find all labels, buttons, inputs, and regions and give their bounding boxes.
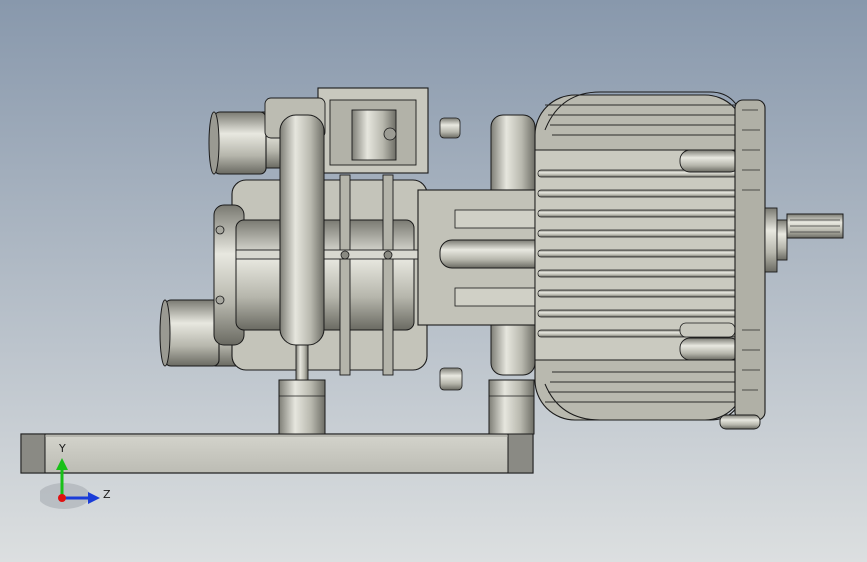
y-axis-label: Y <box>58 442 66 455</box>
pump-motor-assembly-model[interactable] <box>0 0 867 562</box>
coordinate-triad: Y Z <box>40 442 111 509</box>
support-legs[interactable] <box>278 379 535 435</box>
z-axis-label: Z <box>103 488 111 501</box>
motor-shaft[interactable] <box>764 207 844 273</box>
x-axis-origin-dot <box>58 494 66 502</box>
cad-graphics-viewport[interactable]: Y Z <box>0 0 867 562</box>
